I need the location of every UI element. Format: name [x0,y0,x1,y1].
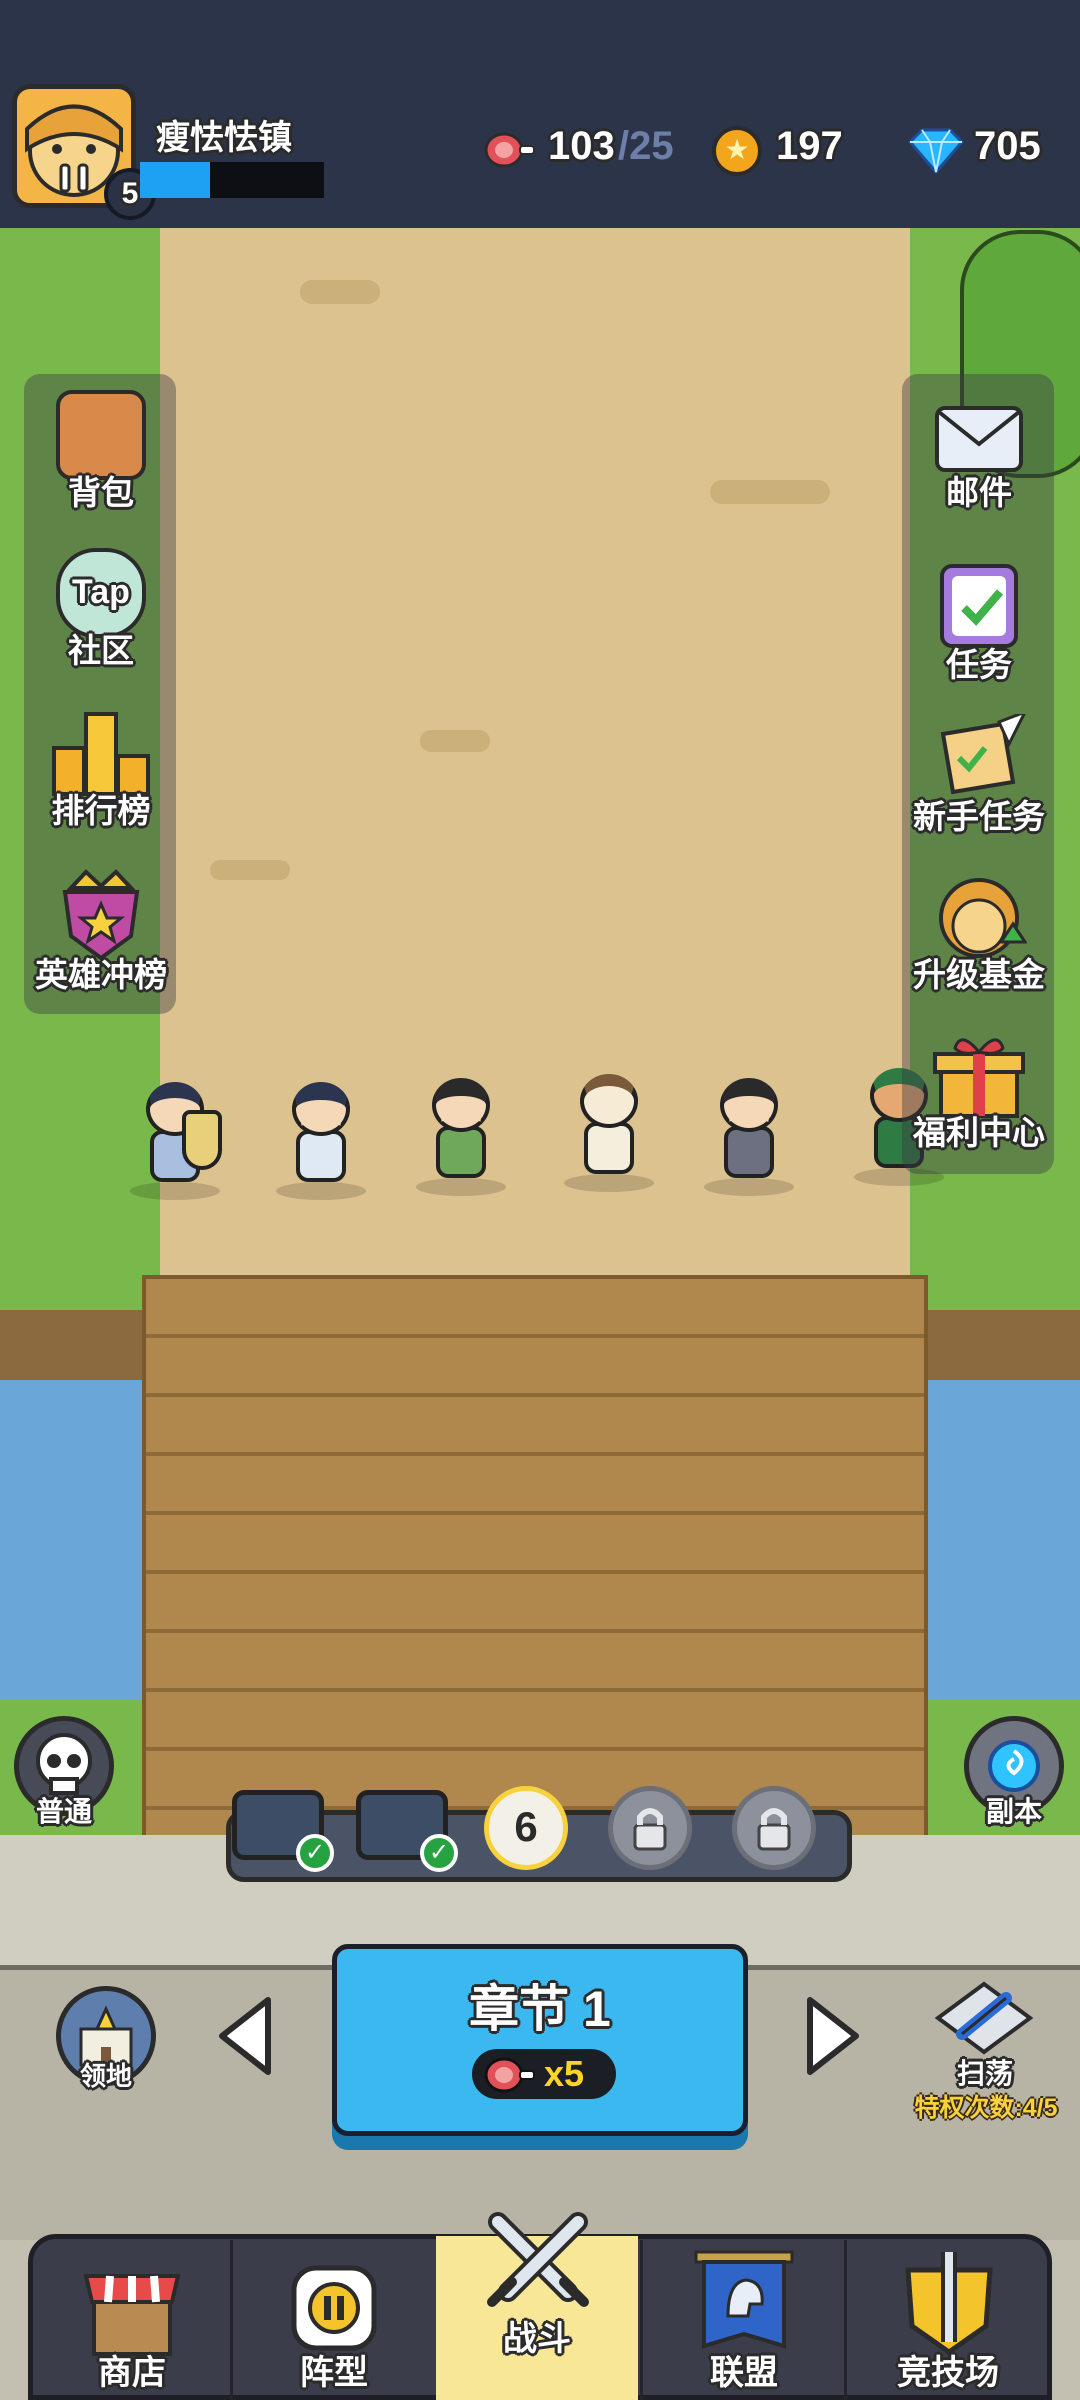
menu-label: 英雄冲榜 [35,956,167,993]
tab-divider [844,2240,847,2400]
menu-task[interactable]: 任务 [894,556,1064,706]
menu-label: 升级基金 [913,956,1045,993]
path-stone [210,860,290,880]
menu-label: 排行榜 [51,792,151,829]
crossed-swords-icon [487,2212,589,2307]
hero-swordsman[interactable] [700,1078,796,1196]
wooden-bridge [142,1275,928,1865]
menu-leaderboard[interactable]: 排行榜 [16,708,186,858]
river-bank-right [925,1310,1080,1380]
tab-label: 联盟 [710,2354,778,2392]
arrow-right-icon [807,1997,859,2075]
tab-battle[interactable]: 战斗 [436,2212,638,2400]
chapter-title: 章节 1 [469,1981,611,2037]
gold-coin-icon: ★ [712,126,762,176]
current-stage-node[interactable]: 6 [484,1786,568,1870]
xp-bar-fill [140,162,210,198]
meat-icon [484,130,538,175]
tab-label: 竞技场 [897,2354,999,2392]
tab-shop[interactable]: 商店 [32,2236,232,2400]
tab-alliance[interactable]: 联盟 [644,2236,844,2400]
hero-warrior[interactable] [412,1078,508,1196]
tab-label: 战斗 [503,2320,571,2358]
chapter-cost-value: x5 [544,2053,585,2094]
sweep-quota: 特权次数:4/5 [914,2094,1058,2122]
diamond-icon [906,128,966,179]
locked-stage-node[interactable] [732,1786,816,1870]
menu-newbie-task[interactable]: 新手任务 [894,714,1064,864]
menu-community[interactable]: Tap 社区 [16,548,186,698]
hero-shield-knight[interactable] [126,1082,222,1200]
locked-stage-node[interactable] [608,1786,692,1870]
gem-amount: 705 [974,124,1041,168]
arrow-left-icon [219,1997,271,2075]
shop-icon [83,2274,181,2356]
menu-upgrade-fund[interactable]: 升级基金 [894,872,1064,1022]
chapter-cost: x5 [472,2049,616,2099]
hero-mage[interactable] [272,1082,368,1200]
stamina-max: /25 [618,124,674,168]
check-icon: ✓ [296,1834,334,1872]
check-icon: ✓ [420,1834,458,1872]
menu-label: 福利中心 [913,1114,1045,1151]
stamina-current: 103 [548,124,615,168]
tab-divider [640,2240,643,2400]
player-name: 瘦怯怯镇 [156,119,292,157]
menu-welfare-center[interactable]: 福利中心 [894,1030,1064,1180]
tab-arena[interactable]: 竞技场 [848,2236,1048,2400]
chapter-start-button[interactable]: 章节 1 x5 [332,1944,748,2136]
next-chapter-button[interactable] [804,1994,864,2083]
prev-chapter-button[interactable] [214,1994,274,2083]
menu-label: 新手任务 [913,798,1045,835]
menu-hero-rank[interactable]: 英雄冲榜 [16,866,186,1016]
difficulty-label: 普通 [35,1796,92,1827]
menu-backpack[interactable]: 背包 [16,390,186,540]
meat-icon [484,2057,535,2093]
river-bank-left [0,1310,150,1380]
hero-druid[interactable] [560,1074,656,1192]
tab-label: 商店 [98,2354,166,2392]
menu-label: 社区 [68,632,134,669]
path-stone [300,280,380,304]
formation-icon [291,2265,377,2351]
path-stone [420,730,490,752]
lock-icon [757,1808,791,1851]
gold-amount: 197 [776,124,843,168]
tab-label: 阵型 [300,2354,368,2392]
menu-label: 背包 [68,474,134,511]
lock-icon [633,1808,667,1851]
dungeon-label: 副本 [985,1796,1042,1827]
tab-formation[interactable]: 阵型 [234,2236,434,2400]
menu-label: 任务 [946,646,1012,683]
menu-label: 邮件 [946,474,1012,511]
menu-mail[interactable]: 邮件 [894,400,1064,550]
sweep-label: 扫荡 [956,2058,1013,2089]
territory-label: 领地 [79,2061,132,2091]
path-stone [710,480,830,504]
